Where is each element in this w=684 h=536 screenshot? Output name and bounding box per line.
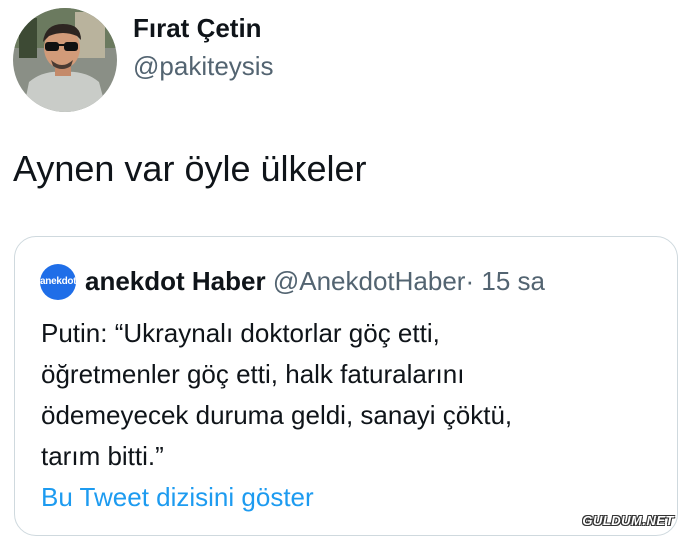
quoted-author-handle[interactable]: @AnekdotHaber xyxy=(273,266,466,296)
author-handle[interactable]: @pakiteysis xyxy=(133,50,274,82)
author-display-name[interactable]: Fırat Çetin xyxy=(133,12,262,44)
quoted-author-name[interactable]: anekdot Haber xyxy=(85,266,266,296)
quoted-tweet-time[interactable]: 15 sa xyxy=(481,266,545,296)
author-avatar[interactable] xyxy=(13,8,117,112)
quoted-tweet-card[interactable]: anekdot anekdot Haber @AnekdotHaber· 15 … xyxy=(14,236,678,536)
separator-dot: · xyxy=(465,266,475,296)
quoted-tweet-line: ödemeyecek duruma geldi, sanayi çöktü, xyxy=(41,400,513,430)
quoted-tweet-text: Putin: “Ukraynalı doktorlar göç etti, öğ… xyxy=(41,313,661,477)
quoted-tweet-line: öğretmenler göç etti, halk faturalarını xyxy=(41,359,465,389)
show-thread-link[interactable]: Bu Tweet dizisini göster xyxy=(41,479,314,515)
quoted-author-avatar[interactable]: anekdot xyxy=(40,264,76,300)
site-watermark: GULDUM.NET xyxy=(582,513,674,528)
profile-photo-icon xyxy=(13,8,117,112)
tweet-text: Aynen var öyle ülkeler xyxy=(13,148,367,189)
quoted-tweet-line: tarım bitti.” xyxy=(41,441,164,471)
quoted-tweet-line: Putin: “Ukraynalı doktorlar göç etti, xyxy=(41,318,440,348)
quoted-tweet-header: anekdot Haber @AnekdotHaber· 15 sa xyxy=(85,263,545,299)
